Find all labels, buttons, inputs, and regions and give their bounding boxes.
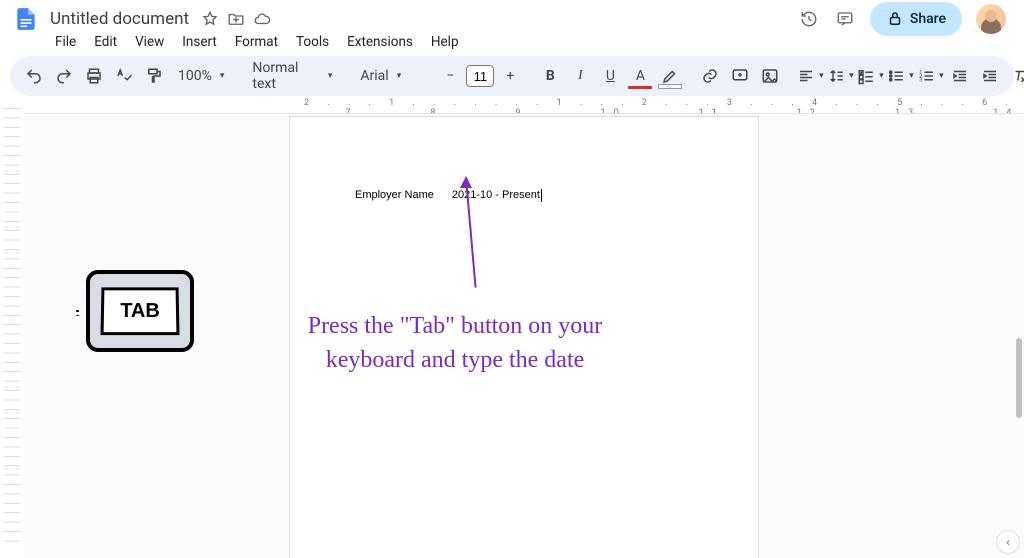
decrease-indent-icon[interactable] xyxy=(946,62,974,90)
menu-format[interactable]: Format xyxy=(228,32,285,52)
horizontal-ruler[interactable]: 2 . . . 1 . . . . . . . 1 . . . 2 . . . … xyxy=(24,98,1024,114)
text-color-icon[interactable]: A xyxy=(626,62,654,90)
cloud-status-icon[interactable] xyxy=(253,10,271,28)
annotation-text: Press the "Tab" button on your keyboard … xyxy=(300,310,610,377)
paint-format-icon[interactable] xyxy=(140,62,168,90)
vertical-ruler[interactable] xyxy=(0,98,24,558)
annotation-tab-key-illustration: TAB xyxy=(86,270,196,356)
menu-insert[interactable]: Insert xyxy=(175,32,224,52)
align-icon[interactable] xyxy=(796,62,824,90)
move-icon[interactable] xyxy=(227,10,245,28)
line-spacing-icon[interactable] xyxy=(826,62,854,90)
bold-icon[interactable]: B xyxy=(536,62,564,90)
ruler-marks: 2 . . . 1 . . . . . . . 1 . . . 2 . . . … xyxy=(304,98,1019,114)
insert-link-icon[interactable] xyxy=(696,62,724,90)
checklist-icon[interactable] xyxy=(856,62,884,90)
font-size-increase[interactable]: + xyxy=(496,62,524,90)
explore-button[interactable]: ‹ xyxy=(996,530,1020,554)
comments-icon[interactable] xyxy=(834,8,856,30)
scrollbar[interactable] xyxy=(1016,338,1022,418)
undo-icon[interactable] xyxy=(20,62,48,90)
annotation-arrow xyxy=(465,178,467,288)
document-title[interactable]: Untitled document xyxy=(46,7,193,31)
share-button[interactable]: Share xyxy=(870,2,962,36)
toolbar: 100% Normal text Arial − + B I U A 123 xyxy=(10,56,1014,96)
svg-text:3: 3 xyxy=(919,77,922,83)
font-select[interactable]: Arial xyxy=(352,68,424,84)
avatar[interactable] xyxy=(976,4,1006,34)
docs-logo[interactable] xyxy=(12,1,40,37)
print-icon[interactable] xyxy=(80,62,108,90)
menu-help[interactable]: Help xyxy=(424,32,466,52)
italic-icon[interactable]: I xyxy=(566,62,594,90)
menu-view[interactable]: View xyxy=(128,32,171,52)
star-icon[interactable] xyxy=(201,10,219,28)
numbered-list-icon[interactable]: 123 xyxy=(916,62,944,90)
menu-edit[interactable]: Edit xyxy=(87,32,124,52)
bulleted-list-icon[interactable] xyxy=(886,62,914,90)
add-comment-icon[interactable] xyxy=(726,62,754,90)
paragraph-style-select[interactable]: Normal text xyxy=(244,60,340,92)
annotation-dots xyxy=(76,310,82,316)
underline-icon[interactable]: U xyxy=(596,62,624,90)
font-size-input[interactable] xyxy=(466,65,494,87)
history-icon[interactable] xyxy=(798,8,820,30)
share-label: Share xyxy=(910,11,946,27)
insert-image-icon[interactable] xyxy=(756,62,784,90)
redo-icon[interactable] xyxy=(50,62,78,90)
spellcheck-icon[interactable] xyxy=(110,62,138,90)
menu-tools[interactable]: Tools xyxy=(289,32,336,52)
font-size-decrease[interactable]: − xyxy=(436,62,464,90)
clear-formatting-icon[interactable] xyxy=(1006,62,1024,90)
menu-file[interactable]: File xyxy=(48,32,83,52)
menu-extensions[interactable]: Extensions xyxy=(340,32,420,52)
text-cursor xyxy=(541,189,542,202)
highlight-icon[interactable] xyxy=(656,62,684,90)
increase-indent-icon[interactable] xyxy=(976,62,1004,90)
doc-text-employer[interactable]: Employer Name xyxy=(355,189,434,202)
zoom-select[interactable]: 100% xyxy=(170,68,232,84)
